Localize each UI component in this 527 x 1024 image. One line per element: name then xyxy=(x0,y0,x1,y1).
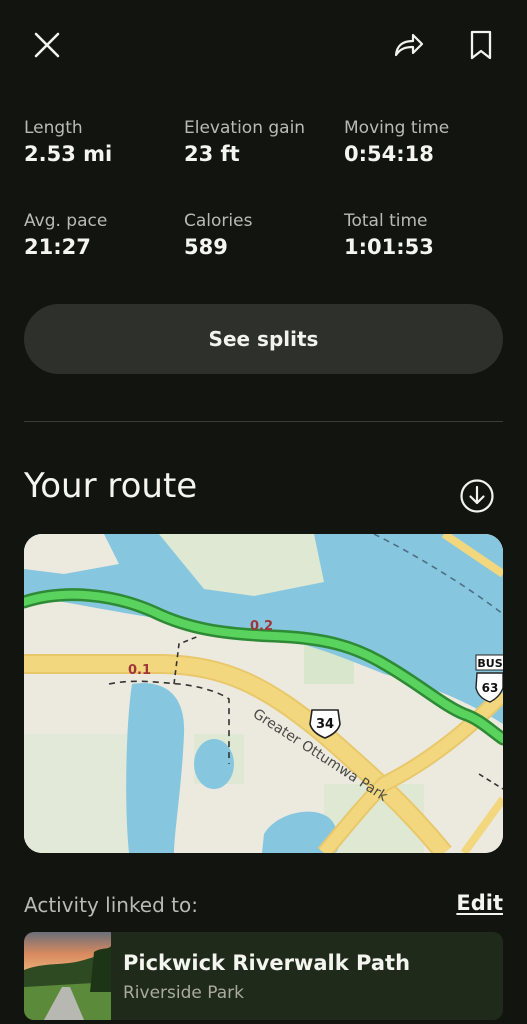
route-title: Your route xyxy=(24,466,198,506)
share-icon xyxy=(394,33,424,57)
see-splits-button[interactable]: See splits xyxy=(24,304,503,374)
map-shield-number: 63 xyxy=(482,681,499,695)
map-pond xyxy=(126,683,185,853)
map-park-area xyxy=(24,734,134,853)
route-map[interactable]: 0.1 0.2 34 BUS 63 Greater Ottumwa Park xyxy=(24,534,503,853)
close-button[interactable] xyxy=(24,22,70,68)
map-bus-shield: BUS 63 xyxy=(475,654,503,703)
map-shield-number: 34 xyxy=(316,717,334,732)
stat-label: Length xyxy=(24,118,83,138)
stat-label: Total time xyxy=(344,211,428,231)
trail-park: Riverside Park xyxy=(123,983,245,1003)
stat-label: Calories xyxy=(184,211,253,231)
stat-value: 589 xyxy=(184,235,228,259)
linked-trail-card[interactable]: Pickwick Riverwalk Path Riverside Park xyxy=(24,932,503,1020)
download-icon xyxy=(460,479,494,513)
stat-avg-pace: Avg. pace 21:27 xyxy=(24,211,184,259)
activity-linked-label: Activity linked to: xyxy=(24,893,198,917)
stat-value: 2.53 mi xyxy=(24,142,113,166)
stat-value: 0:54:18 xyxy=(344,142,434,166)
edit-link[interactable]: Edit xyxy=(456,891,503,915)
trail-name: Pickwick Riverwalk Path xyxy=(123,951,411,975)
stat-total-time: Total time 1:01:53 xyxy=(344,211,504,259)
trail-thumbnail xyxy=(24,932,111,1020)
bookmark-button[interactable] xyxy=(458,22,504,68)
map-canvas: 0.1 0.2 34 BUS 63 Greater Ottumwa Park xyxy=(24,534,503,853)
download-map-button[interactable] xyxy=(459,478,495,514)
share-button[interactable] xyxy=(386,22,432,68)
stat-value: 21:27 xyxy=(24,235,91,259)
stat-moving-time: Moving time 0:54:18 xyxy=(344,118,504,166)
map-mile-marker: 0.2 xyxy=(250,619,273,634)
section-divider xyxy=(24,421,503,422)
top-bar xyxy=(0,0,527,90)
stat-label: Avg. pace xyxy=(24,211,108,231)
close-icon xyxy=(34,32,60,58)
bookmark-icon xyxy=(470,30,492,60)
stat-length: Length 2.53 mi xyxy=(24,118,184,166)
stat-label: Moving time xyxy=(344,118,450,138)
stat-elevation-gain: Elevation gain 23 ft xyxy=(184,118,344,166)
map-shield-bus-label: BUS xyxy=(477,657,502,670)
stat-value: 23 ft xyxy=(184,142,240,166)
map-mile-marker: 0.1 xyxy=(128,663,151,678)
stat-label: Elevation gain xyxy=(184,118,306,138)
map-pond xyxy=(194,739,234,789)
stat-calories: Calories 589 xyxy=(184,211,344,259)
stat-value: 1:01:53 xyxy=(344,235,434,259)
